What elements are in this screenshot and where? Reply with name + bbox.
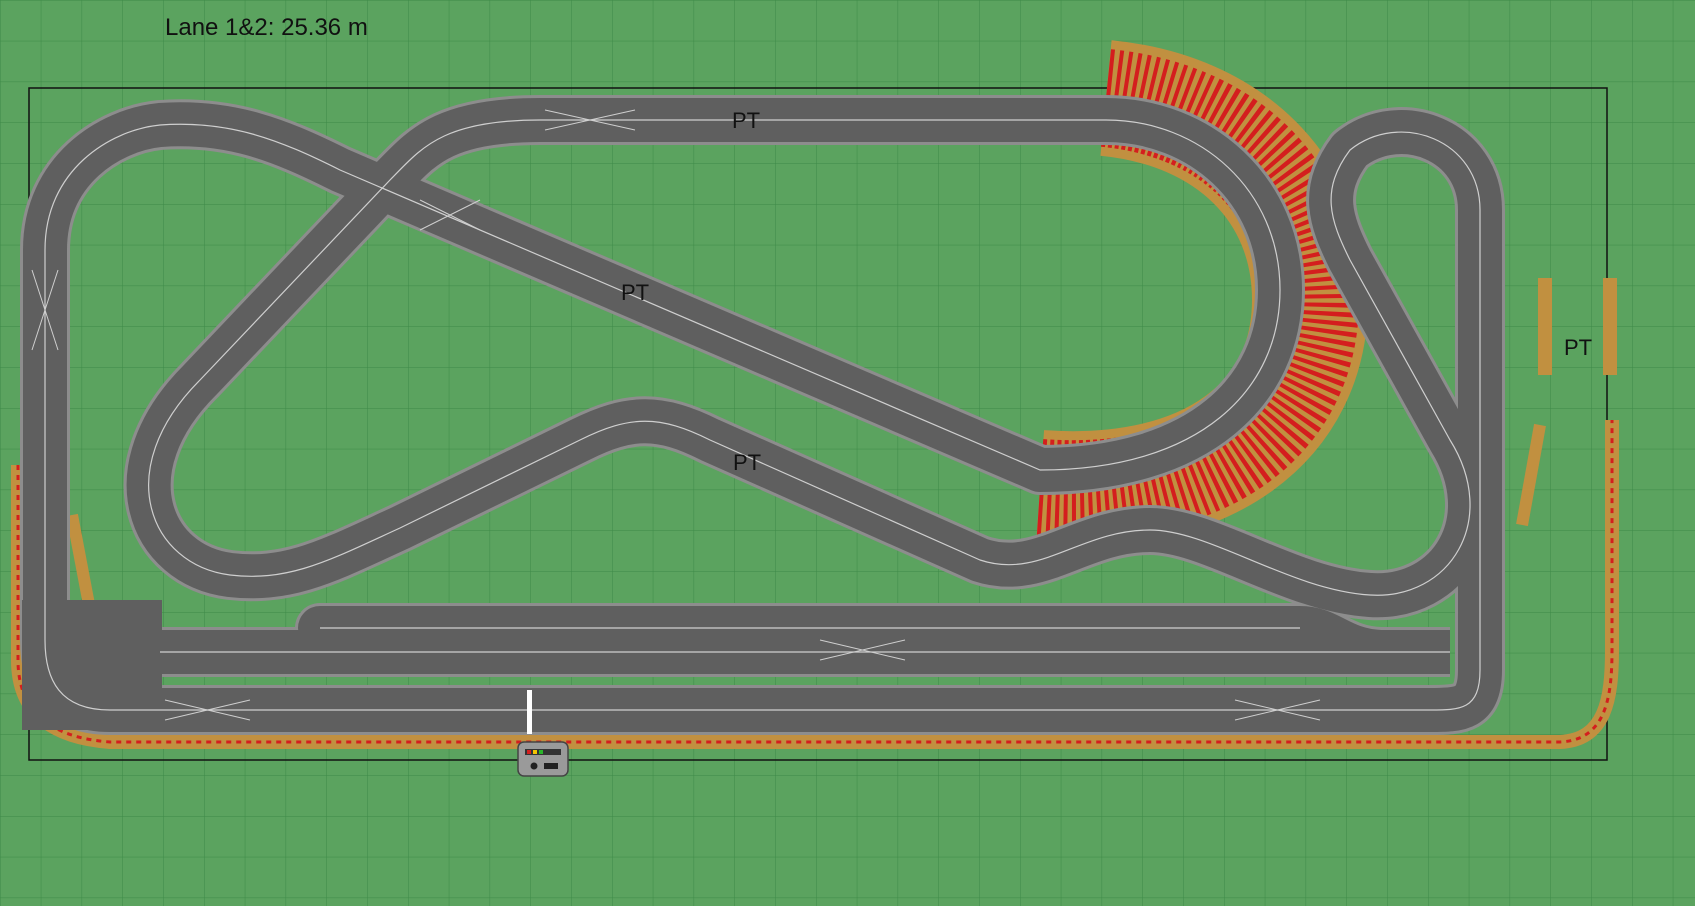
pt-label: PT <box>732 108 760 133</box>
layout-drawing[interactable]: PT PT PT PT <box>0 0 1695 906</box>
pt-label: PT <box>621 280 649 305</box>
pt-label: PT <box>1564 335 1592 360</box>
pt-label: PT <box>733 450 761 475</box>
lap-counter-icon[interactable] <box>517 741 569 777</box>
track-planner-canvas[interactable]: PT PT PT PT Lane 1&2: 25.36 m <box>0 0 1695 906</box>
start-finish-line <box>527 690 532 734</box>
lane-length-label: Lane 1&2: 25.36 m <box>165 14 368 41</box>
